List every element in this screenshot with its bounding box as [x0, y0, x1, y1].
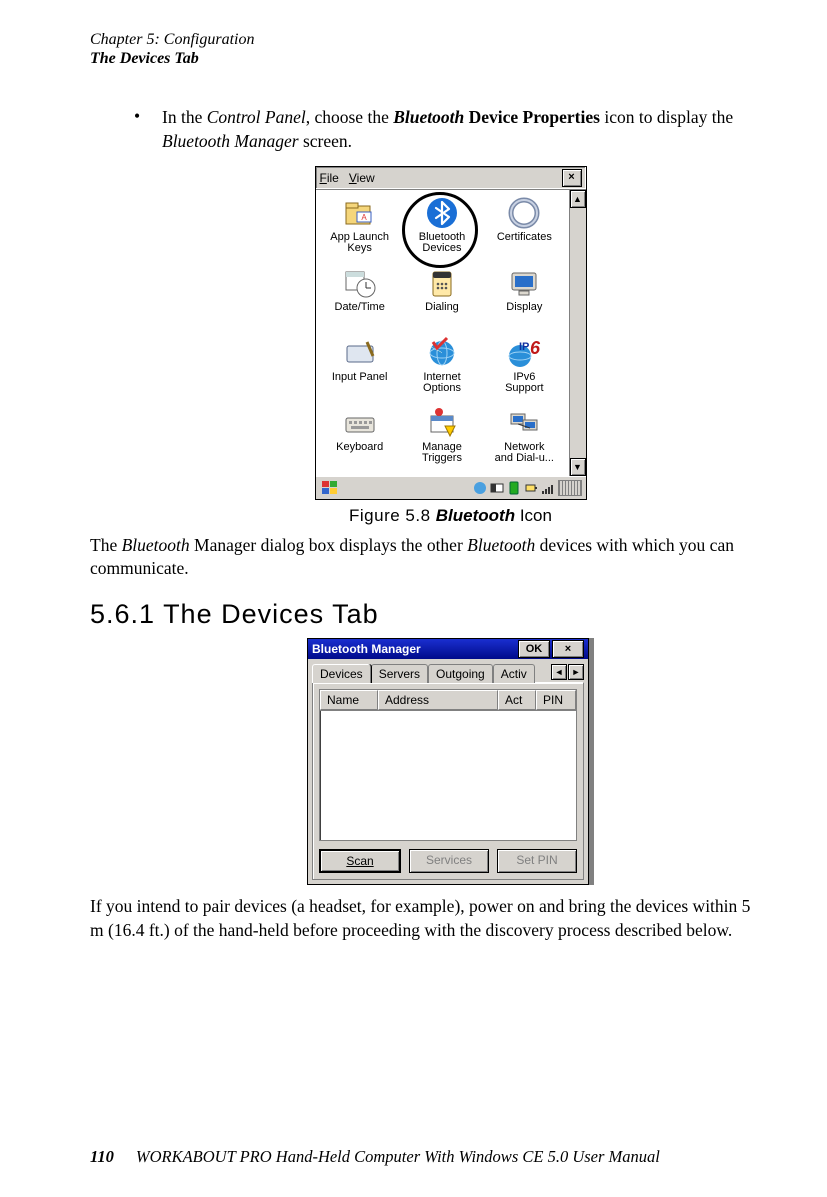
folder-key-icon: A [343, 196, 377, 230]
col-name[interactable]: Name [320, 690, 378, 710]
applet-keyboard[interactable]: Keyboard [320, 406, 400, 472]
applet-bluetooth-devices[interactable]: Bluetooth Devices [402, 196, 482, 262]
phone-icon [425, 266, 459, 300]
col-address[interactable]: Address [378, 690, 498, 710]
device-list[interactable]: Name Address Act PIN [319, 689, 577, 841]
control-panel-grid: A App Launch Keys Bluetooth Devices [316, 190, 569, 476]
input-panel-icon [343, 336, 377, 370]
keyboard-icon [343, 406, 377, 440]
applet-network-dialup[interactable]: Network and Dial-u... [484, 406, 564, 472]
applet-internet-options[interactable]: Internet Options [402, 336, 482, 402]
window-shadow [589, 638, 594, 885]
window-title: Bluetooth Manager [312, 642, 516, 656]
applet-dialing[interactable]: Dialing [402, 266, 482, 332]
close-button[interactable]: × [562, 169, 582, 187]
monitor-icon [507, 266, 541, 300]
bluetooth-manager-window: Bluetooth Manager OK × Devices Servers O… [307, 638, 589, 885]
taskbar [316, 476, 586, 499]
applet-certificates[interactable]: Certificates [484, 196, 564, 262]
tab-scroll-right[interactable]: ► [568, 664, 584, 680]
sip-button[interactable] [558, 480, 582, 496]
svg-text:IP: IP [519, 341, 529, 353]
tray-phone-icon[interactable] [507, 481, 521, 495]
start-button[interactable] [320, 479, 340, 497]
list-header: Name Address Act PIN [320, 690, 576, 711]
tray-globe-icon[interactable] [473, 481, 487, 495]
chapter-label: Chapter 5: Configuration [90, 30, 767, 49]
applet-display[interactable]: Display [484, 266, 564, 332]
set-pin-button[interactable]: Set PIN [497, 849, 577, 873]
paragraph-bt-manager-intro: The Bluetooth Manager dialog box display… [90, 534, 767, 581]
tray-signal-icon[interactable] [541, 481, 555, 495]
globe-check-icon [425, 336, 459, 370]
calendar-clock-icon [343, 266, 377, 300]
applet-app-launch-keys[interactable]: A App Launch Keys [320, 196, 400, 262]
footer-title: WORKABOUT PRO Hand-Held Computer With Wi… [136, 1147, 660, 1167]
ipv6-icon: IP6 [507, 336, 541, 370]
tab-devices[interactable]: Devices [312, 664, 371, 683]
svg-text:6: 6 [530, 338, 541, 358]
tab-strip: Devices Servers Outgoing Activ ◄ ► [308, 659, 588, 682]
scroll-up-button[interactable]: ▲ [570, 190, 586, 208]
applet-manage-triggers[interactable]: Manage Triggers [402, 406, 482, 472]
tab-outgoing[interactable]: Outgoing [428, 664, 493, 683]
bullet-text: In the Control Panel, choose the Bluetoo… [162, 106, 767, 153]
control-panel-menubar: File View × [316, 167, 586, 190]
network-icon [507, 406, 541, 440]
tab-scroll-left[interactable]: ◄ [551, 664, 567, 680]
tray-pccard-icon[interactable] [490, 481, 504, 495]
applet-input-panel[interactable]: Input Panel [320, 336, 400, 402]
col-act[interactable]: Act [498, 690, 536, 710]
page-footer: 110 WORKABOUT PRO Hand-Held Computer Wit… [90, 1107, 767, 1167]
bullet-mark: • [134, 106, 162, 153]
certificate-icon [507, 196, 541, 230]
scroll-down-button[interactable]: ▼ [570, 458, 586, 476]
paragraph-pairing-note: If you intend to pair devices (a headset… [90, 895, 767, 942]
tab-active[interactable]: Activ [493, 664, 535, 683]
applet-ipv6-support[interactable]: IP6 IPv6 Support [484, 336, 564, 402]
bluetooth-manager-titlebar: Bluetooth Manager OK × [308, 639, 588, 659]
scroll-track[interactable] [570, 208, 586, 458]
page-number: 110 [90, 1147, 114, 1167]
svg-text:A: A [361, 213, 367, 222]
col-pin[interactable]: PIN [536, 690, 576, 710]
heading-5-6-1: 5.6.1 The Devices Tab [90, 599, 767, 630]
services-button[interactable]: Services [409, 849, 489, 873]
close-button[interactable]: × [552, 640, 584, 658]
ok-button[interactable]: OK [518, 640, 550, 658]
running-head: Chapter 5: Configuration The Devices Tab [90, 30, 767, 68]
triggers-icon [425, 406, 459, 440]
scan-button[interactable]: Scan [319, 849, 401, 873]
tab-servers[interactable]: Servers [371, 664, 428, 683]
section-label: The Devices Tab [90, 49, 767, 68]
applet-date-time[interactable]: Date/Time [320, 266, 400, 332]
figure-caption-5-8: Figure 5.8 Bluetooth Icon [134, 506, 767, 526]
bullet-item: • In the Control Panel, choose the Bluet… [134, 106, 767, 153]
menu-file[interactable]: File [320, 171, 339, 185]
menu-view[interactable]: View [349, 171, 375, 185]
scrollbar-vertical[interactable]: ▲ ▼ [569, 190, 586, 476]
tray-battery-icon[interactable] [524, 481, 538, 495]
control-panel-window: File View × A App Launch K [315, 166, 587, 500]
bluetooth-icon [425, 196, 459, 230]
